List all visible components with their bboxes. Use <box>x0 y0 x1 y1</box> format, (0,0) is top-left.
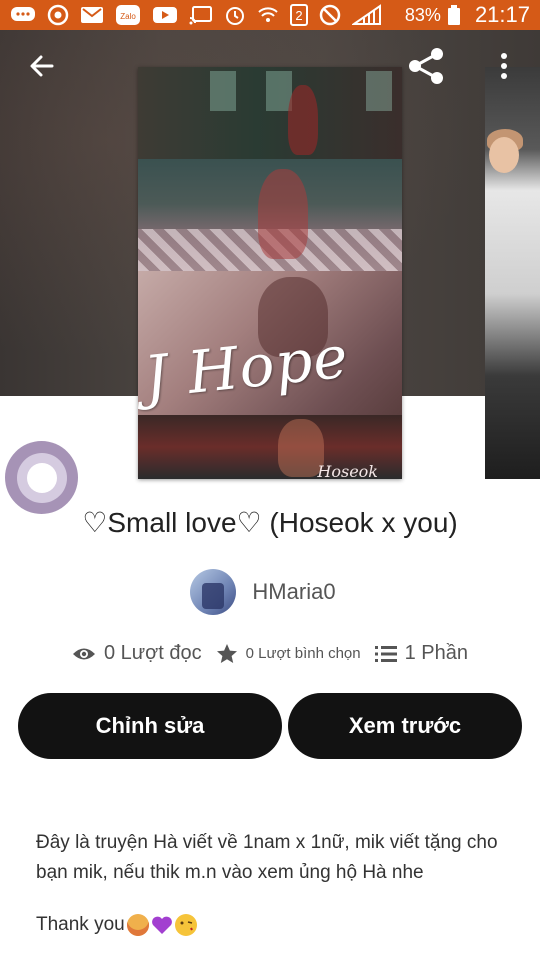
svg-text:Zalo: Zalo <box>120 12 136 21</box>
purple-heart-icon <box>151 914 173 936</box>
chat-icon <box>10 4 36 26</box>
back-button[interactable] <box>20 44 64 88</box>
share-icon <box>409 48 443 84</box>
reads-count: 0 Lượt đọc <box>103 642 202 664</box>
parts-count: 1 Phần <box>404 642 469 664</box>
story-description: Đây là truyện Hà viết về 1nam x 1nữ, mik… <box>36 832 498 883</box>
more-vertical-icon <box>501 53 507 79</box>
eye-icon <box>72 648 95 659</box>
thanks-line: Thank you <box>36 914 197 936</box>
cast-icon <box>189 4 213 26</box>
chrome-icon <box>47 4 69 26</box>
story-stats: 0 Lượt đọc 0 Lượt bình chọn 1 Phần <box>0 642 540 665</box>
share-button[interactable] <box>404 44 448 88</box>
do-not-disturb-icon <box>319 4 341 26</box>
list-icon <box>374 645 397 662</box>
votes-stat: 0 Lượt bình chọn <box>216 643 361 665</box>
edit-button[interactable]: Chỉnh sửa <box>18 693 282 759</box>
svg-text:2: 2 <box>295 8 302 23</box>
sim-icon: 2 <box>290 4 308 26</box>
kiss-face-icon <box>174 914 197 936</box>
avatar[interactable] <box>190 569 237 615</box>
votes-count: 0 Lượt bình chọn <box>245 645 361 662</box>
cover-panel <box>138 67 402 159</box>
battery-icon <box>447 4 461 26</box>
clock: 21:17 <box>474 2 530 27</box>
status-bar: Zalo 2 83% 21:17 <box>0 0 540 30</box>
wifi-icon <box>257 4 279 26</box>
cover-signature: Hoseok <box>317 462 378 479</box>
parts-stat: 1 Phần <box>374 642 469 665</box>
reads-stat: 0 Lượt đọc <box>72 642 202 665</box>
battery-percent: 83% <box>404 4 441 25</box>
author-name[interactable]: HMaria0 <box>252 579 335 605</box>
next-story-cover[interactable] <box>485 67 540 479</box>
arrow-left-icon <box>30 55 54 77</box>
alarm-icon <box>224 4 246 26</box>
youtube-icon <box>152 4 178 26</box>
preview-button[interactable]: Xem trước <box>288 693 522 759</box>
floating-bubble[interactable] <box>5 441 78 514</box>
author-row[interactable]: HMaria0 <box>0 569 540 615</box>
signal-icon <box>352 4 382 26</box>
gmail-icon <box>80 4 104 26</box>
story-cover[interactable]: J Hope Hoseok <box>138 67 402 479</box>
star-icon <box>216 643 237 663</box>
more-options-button[interactable] <box>482 44 526 88</box>
story-title: ♡Small love♡ (Hoseok x you) <box>82 507 458 538</box>
cover-panel <box>138 159 402 271</box>
girl-emoji-icon <box>126 914 149 936</box>
thanks-text: Thank you <box>36 914 125 935</box>
zalo-icon: Zalo <box>115 4 141 26</box>
